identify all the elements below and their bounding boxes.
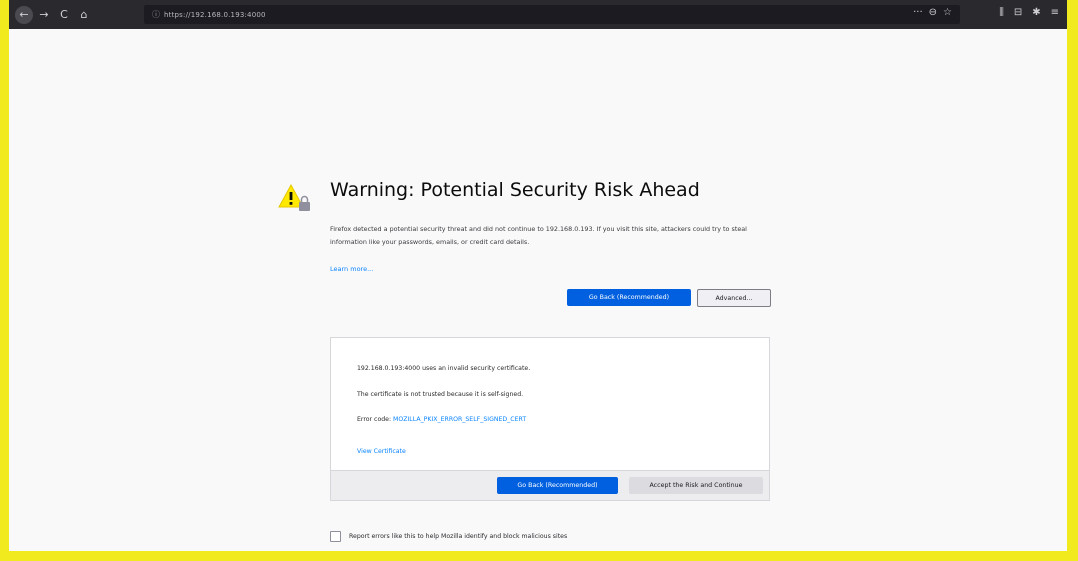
menu-icon[interactable]: ≡ [1051,7,1059,18]
warning-description: Firefox detected a potential security th… [330,225,747,246]
url-bar[interactable]: ⓘ https://192.168.0.193:4000 ··· ⊖ ☆ [144,5,960,24]
error-code-line: Error code: MOZILLA_PKIX_ERROR_SELF_SIGN… [357,416,526,423]
report-errors-label[interactable]: Report errors like this to help Mozilla … [349,533,567,540]
page-title: Warning: Potential Security Risk Ahead [330,179,700,201]
reload-icon[interactable]: C [57,8,71,21]
warning-icon [278,183,310,211]
info-icon[interactable]: ⓘ [152,9,160,20]
advanced-panel-footer: Go Back (Recommended) Accept the Risk an… [331,470,769,500]
go-back-button[interactable]: Go Back (Recommended) [567,289,691,306]
advanced-button[interactable]: Advanced... [697,289,771,307]
learn-more-link[interactable]: Learn more... [330,265,373,273]
browser-toolbar: ← → C ⌂ ⓘ https://192.168.0.193:4000 ···… [9,0,1067,29]
report-errors-row: Report errors like this to help Mozilla … [330,531,567,542]
report-errors-checkbox[interactable] [330,531,341,542]
pocket-icon[interactable]: ⊖ [929,7,937,18]
invalid-cert-text: 192.168.0.193:4000 uses an invalid secur… [357,365,531,372]
go-back-button-secondary[interactable]: Go Back (Recommended) [497,477,618,494]
page-actions: ··· ⊖ ☆ [913,7,952,18]
advanced-panel: 192.168.0.193:4000 uses an invalid secur… [330,337,770,501]
url-text[interactable]: https://192.168.0.193:4000 [164,11,266,19]
home-icon[interactable]: ⌂ [77,8,91,21]
extension-icon[interactable]: ✱ [1032,7,1040,18]
more-icon[interactable]: ··· [913,7,923,18]
sidebar-icon[interactable]: ⊟ [1014,7,1022,18]
library-icon[interactable]: ⫼ [999,7,1004,18]
toolbar-right-icons: ⫼ ⊟ ✱ ≡ [999,7,1059,18]
accept-risk-button[interactable]: Accept the Risk and Continue [629,477,763,494]
view-certificate-link[interactable]: View Certificate [357,448,406,455]
browser-window: ← → C ⌂ ⓘ https://192.168.0.193:4000 ···… [9,0,1067,551]
self-signed-text: The certificate is not trusted because i… [357,391,524,398]
back-icon[interactable]: ← [15,5,33,24]
bookmark-star-icon[interactable]: ☆ [943,7,952,18]
error-code-label: Error code: [357,416,392,423]
error-code-link[interactable]: MOZILLA_PKIX_ERROR_SELF_SIGNED_CERT [393,416,526,423]
forward-icon[interactable]: → [37,8,51,21]
